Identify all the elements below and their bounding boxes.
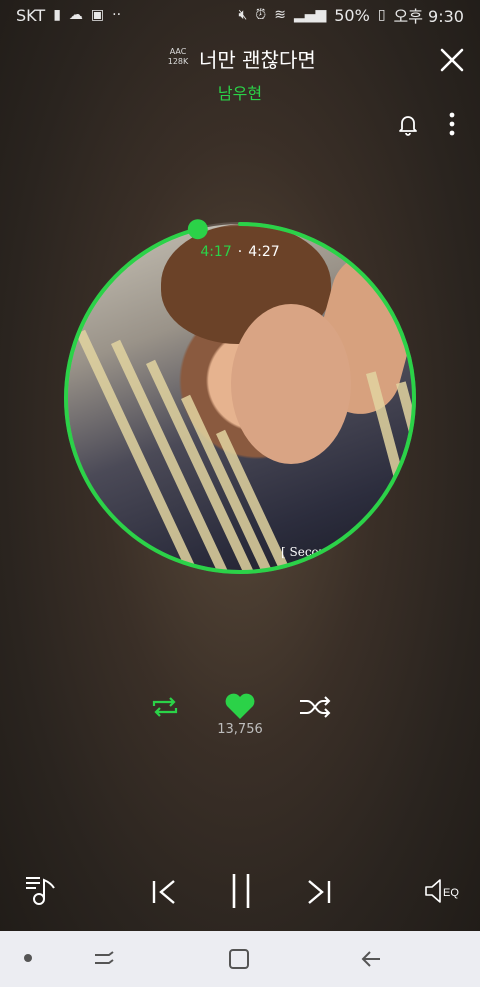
total-duration: 4:27 [248,244,280,260]
carrier-label: SKT [16,5,46,25]
previous-icon[interactable] [150,878,178,906]
home-icon[interactable] [228,948,250,970]
wifi-icon: ≋ [274,7,286,23]
pause-icon[interactable] [228,872,254,910]
album-disc[interactable]: [ Secon [60,218,420,578]
progress-ring[interactable] [60,218,420,578]
svg-text:EQ: EQ [443,887,459,899]
signal-icon: ▂▄▆ [293,7,327,23]
battery-percent: 50% [334,5,370,25]
audio-quality-badge: AAC 128K [163,47,193,67]
progress-knob[interactable] [187,219,208,240]
status-left: SKT ▮ ☁ ▣ ·· [16,6,121,25]
song-title: 너만 괜찮다면 [199,48,316,72]
image-icon: ▣ [90,7,105,23]
status-right: 🔇︎ ⏰︎ ≋ ▂▄▆ 50% ▯ 오후 9:30 [238,3,464,27]
clock: 오후 9:30 [393,7,464,26]
repeat-icon[interactable] [150,694,180,720]
more-vertical-icon[interactable] [442,110,462,138]
status-bar: SKT ▮ ☁ ▣ ·· 🔇︎ ⏰︎ ≋ ▂▄▆ 50% ▯ 오후 9:30 [0,0,480,30]
elapsed-time: 4:17 [200,244,232,260]
battery-icon: ▯ [377,7,386,23]
artist-name[interactable]: 남우현 [0,80,480,104]
quality-codec: AAC [169,47,187,56]
sim-icon: ▮ [53,7,61,23]
nav-indicator-dot[interactable] [24,954,32,962]
cloud-icon: ☁ [68,7,83,23]
quality-bitrate: 128K [167,57,189,66]
mute-icon: 🔇︎ [238,7,248,23]
bell-icon[interactable] [396,112,420,136]
like-count: 13,756 [217,722,263,737]
more-notifications-icon: ·· [112,7,122,23]
recent-apps-icon[interactable] [92,948,116,970]
alarm-icon: ⏰︎ [255,7,267,23]
equalizer-icon[interactable]: EQ [424,876,464,906]
time-display: 4:17 · 4:27 [200,244,280,260]
playlist-icon[interactable] [24,874,60,906]
next-icon[interactable] [305,878,333,906]
heart-icon[interactable] [224,692,256,720]
back-icon[interactable] [360,948,384,970]
close-icon[interactable] [438,46,466,74]
shuffle-icon[interactable] [298,694,332,720]
